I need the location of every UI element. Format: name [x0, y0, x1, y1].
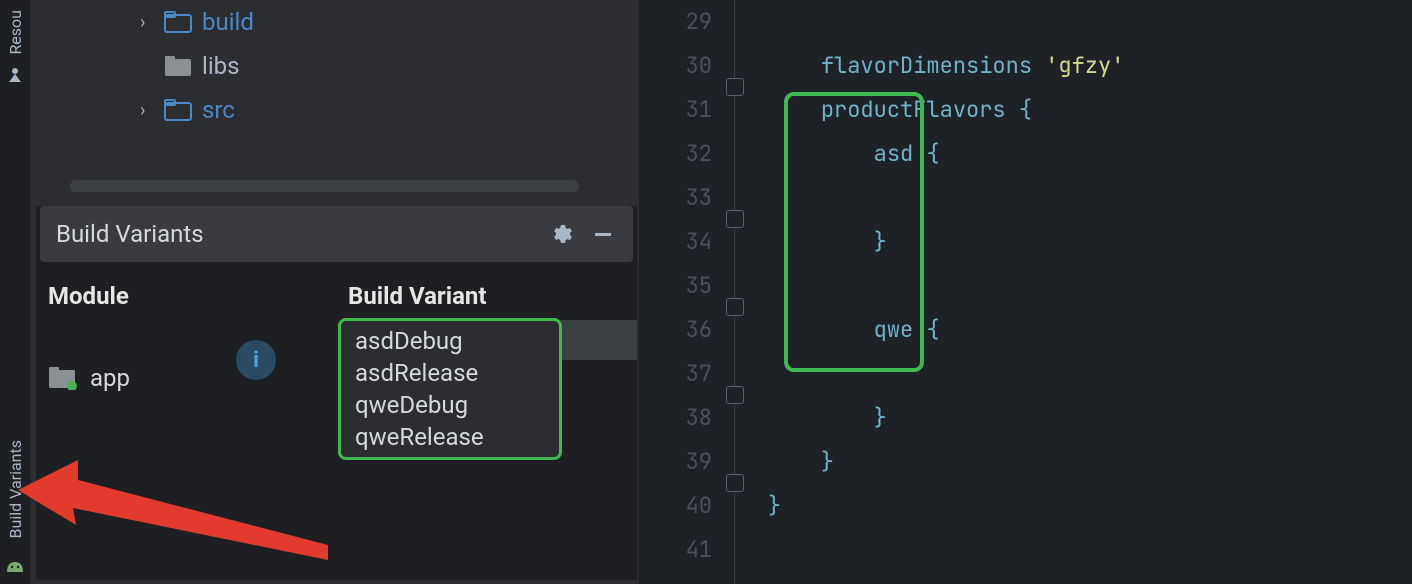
build-variants-header: Build Variants	[40, 206, 633, 262]
line-number: 29	[640, 0, 712, 44]
info-icon[interactable]: i	[236, 340, 276, 380]
left-tool-strip: Resou Build Variants	[0, 0, 30, 584]
code-line[interactable]	[768, 176, 1412, 220]
code-line[interactable]: productFlavors {	[768, 88, 1412, 132]
code-line[interactable]: }	[768, 440, 1412, 484]
project-tree: › build libs › src	[30, 0, 639, 200]
fold-marker-icon[interactable]	[726, 78, 744, 96]
variant-dropdown[interactable]: asdDebug asdRelease qweDebug qweRelease	[338, 318, 562, 460]
fold-marker-icon[interactable]	[726, 386, 744, 404]
variant-option[interactable]: qweRelease	[341, 421, 559, 453]
line-number: 41	[640, 528, 712, 572]
tree-item-src[interactable]: › src	[30, 88, 639, 132]
horizontal-scrollbar[interactable]	[70, 180, 579, 192]
tree-label: src	[202, 96, 235, 124]
line-number: 37	[640, 352, 712, 396]
fold-strip	[724, 0, 750, 584]
line-number: 32	[640, 132, 712, 176]
chevron-right-icon: ›	[140, 100, 154, 121]
variants-body: app i asdDebug asdRelease qweDebug qweRe…	[36, 318, 637, 580]
code-line[interactable]	[768, 528, 1412, 572]
code-editor[interactable]: 29303132333435363738394041 flavorDimensi…	[640, 0, 1412, 584]
code-line[interactable]: asd {	[768, 132, 1412, 176]
line-number: 30	[640, 44, 712, 88]
minimize-icon[interactable]	[589, 220, 617, 248]
tool-tab-resources[interactable]: Resou	[6, 0, 25, 65]
tree-item-build[interactable]: › build	[30, 0, 639, 44]
tree-label: libs	[202, 52, 240, 80]
module-icon	[48, 366, 78, 390]
code-line[interactable]: }	[768, 484, 1412, 528]
folder-icon	[164, 11, 192, 33]
variant-option[interactable]: qweDebug	[341, 389, 559, 421]
android-icon	[5, 556, 25, 576]
left-panel: › build libs › src Build Variants	[30, 0, 640, 584]
tree-label: build	[202, 8, 254, 36]
variant-option[interactable]: asdRelease	[341, 357, 559, 389]
line-number: 34	[640, 220, 712, 264]
code-line[interactable]: }	[768, 396, 1412, 440]
tool-tab-build-variants[interactable]: Build Variants	[6, 430, 25, 548]
line-number: 40	[640, 484, 712, 528]
line-number: 38	[640, 396, 712, 440]
panel-title: Build Variants	[56, 220, 533, 248]
variants-column-headers: Module Build Variant	[36, 262, 637, 318]
line-number: 33	[640, 176, 712, 220]
line-number: 36	[640, 308, 712, 352]
line-number: 31	[640, 88, 712, 132]
code-line[interactable]	[768, 0, 1412, 44]
code-line[interactable]: flavorDimensions 'gfzy'	[768, 44, 1412, 88]
line-number: 39	[640, 440, 712, 484]
line-number-gutter: 29303132333435363738394041	[640, 0, 724, 584]
build-variants-panel: Build Variants Module Build Variant app	[36, 206, 637, 580]
code-line[interactable]	[768, 352, 1412, 396]
line-number: 35	[640, 264, 712, 308]
fold-marker-icon[interactable]	[726, 298, 744, 316]
tree-item-libs[interactable]: libs	[30, 44, 639, 88]
resources-icon	[5, 65, 25, 85]
folder-icon	[164, 55, 192, 77]
fold-marker-icon[interactable]	[726, 210, 744, 228]
fold-marker-icon[interactable]	[726, 474, 744, 492]
variant-column-header: Build Variant	[348, 282, 625, 310]
module-column-header: Module	[48, 282, 348, 310]
code-line[interactable]	[768, 264, 1412, 308]
code-line[interactable]: }	[768, 220, 1412, 264]
code-line[interactable]: qwe {	[768, 308, 1412, 352]
module-name: app	[90, 364, 130, 392]
code-content[interactable]: flavorDimensions 'gfzy' productFlavors {…	[750, 0, 1412, 584]
folder-icon	[164, 99, 192, 121]
gear-icon[interactable]	[547, 220, 575, 248]
chevron-right-icon: ›	[140, 12, 154, 33]
variant-option[interactable]: asdDebug	[341, 325, 559, 357]
module-row[interactable]: app	[48, 348, 376, 408]
